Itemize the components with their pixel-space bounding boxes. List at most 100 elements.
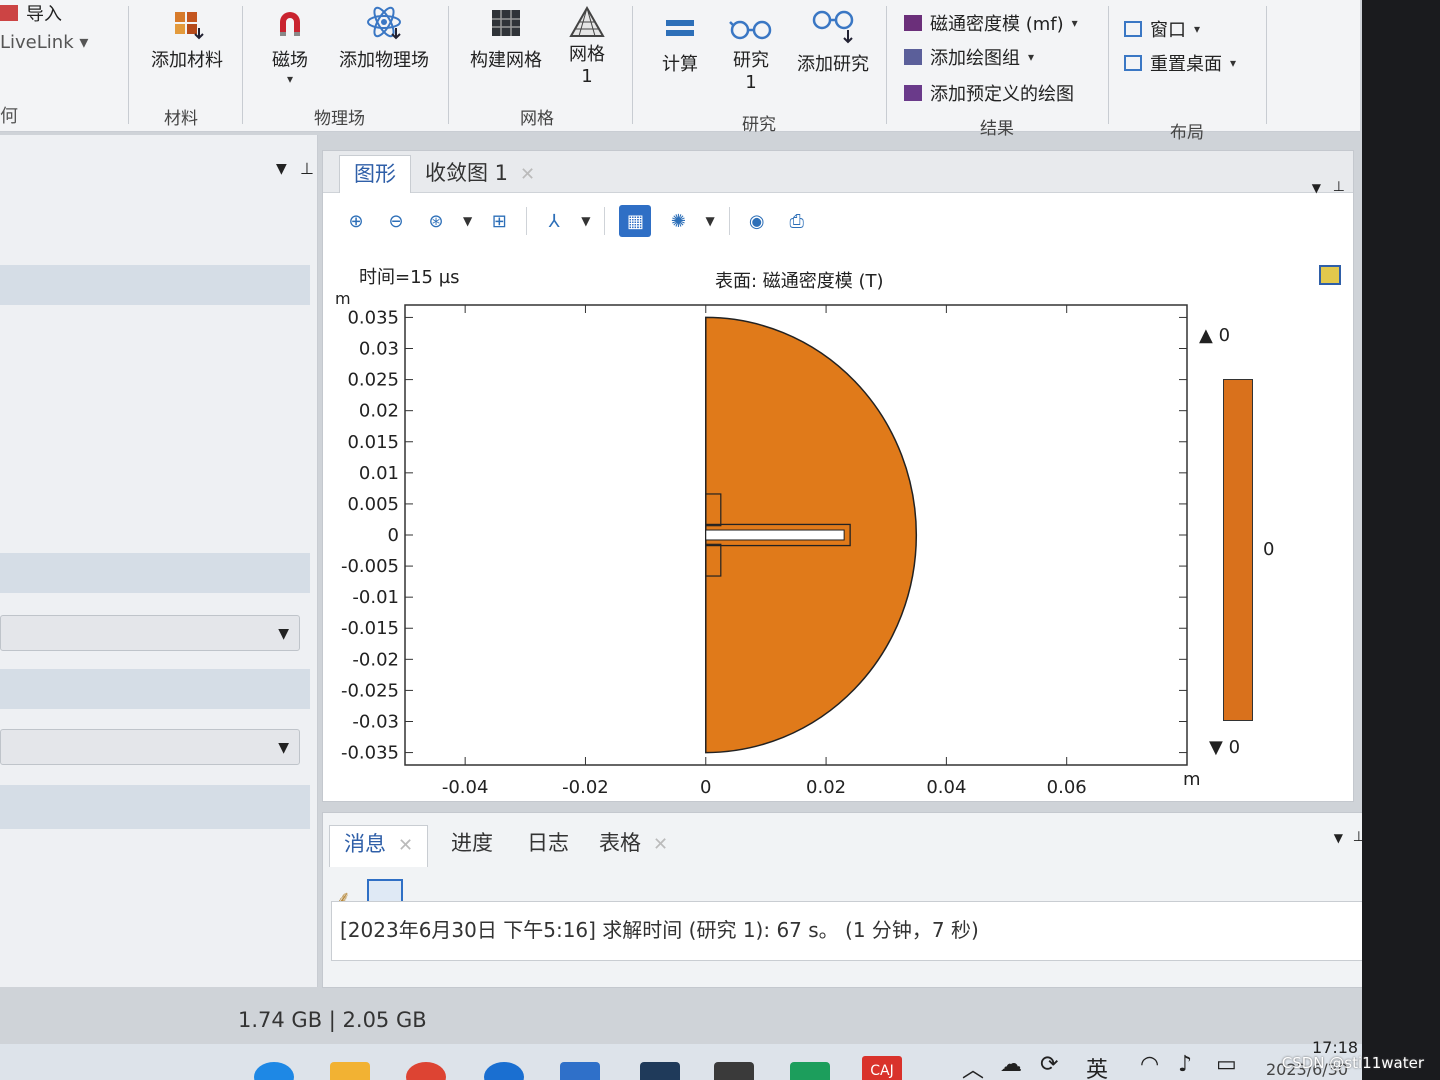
- group-label-physics: 物理场: [314, 109, 365, 129]
- equals-icon: [666, 20, 694, 36]
- app-icon[interactable]: [484, 1062, 524, 1080]
- cloud-icon[interactable]: ☁: [1000, 1052, 1022, 1077]
- panel-menu-icon[interactable]: ▼: [276, 161, 287, 177]
- y-tick-label: -0.03: [352, 711, 399, 732]
- y-tick-label: -0.02: [352, 649, 399, 670]
- study1-button[interactable]: 研究 1: [720, 10, 782, 94]
- ribbon-separator: [448, 6, 449, 124]
- triangle-mesh-icon: [569, 5, 605, 37]
- x-tick-label: 0.06: [1047, 777, 1087, 798]
- edge-icon[interactable]: [254, 1062, 294, 1080]
- add-physics-button[interactable]: 添加物理场: [332, 6, 436, 72]
- panel-section-header[interactable]: [0, 265, 310, 305]
- add-study-button[interactable]: 添加研究: [792, 6, 874, 76]
- atom-icon: [367, 6, 401, 40]
- ribbon-separator: [1108, 6, 1109, 124]
- colorbar: [1223, 379, 1253, 721]
- app-icon[interactable]: [714, 1062, 754, 1080]
- wifi-icon[interactable]: ◠: [1140, 1052, 1159, 1077]
- chevron-down-icon: ▼: [278, 626, 289, 642]
- surface-plot[interactable]: 0.035 0.03 0.025 0.02 0.015 0.01 0.005 0 -0.005 -…: [323, 151, 1355, 803]
- chevron-down-icon[interactable]: ▾: [1194, 22, 1200, 36]
- y-tick-label: 0.01: [359, 463, 399, 484]
- chevron-down-icon[interactable]: ▾: [1230, 56, 1236, 70]
- tray-chevron-icon[interactable]: ︿: [962, 1052, 984, 1080]
- x-tick-label: -0.04: [442, 777, 489, 798]
- magnetic-field-button[interactable]: 磁场 ▾: [262, 6, 318, 86]
- group-label-layout: 布局: [1170, 123, 1204, 143]
- panel-dropdown[interactable]: ▼: [0, 729, 300, 765]
- ribbon-separator: [128, 6, 129, 124]
- add-material-button[interactable]: 添加材料: [144, 6, 230, 72]
- panel-section-header[interactable]: [0, 669, 310, 709]
- memory-status: 1.74 GB | 2.05 GB: [238, 1008, 427, 1032]
- mesh1-button[interactable]: 网格 1: [556, 4, 618, 88]
- chrome-icon[interactable]: [406, 1062, 446, 1080]
- compute-button[interactable]: 计算: [652, 10, 708, 76]
- reset-desktop-button[interactable]: 重置桌面 ▾: [1124, 50, 1236, 76]
- colorbar-max-label: ▲ 0: [1199, 325, 1231, 346]
- chevron-down-icon[interactable]: ▾: [262, 72, 318, 86]
- sync-icon[interactable]: ⟳: [1040, 1052, 1058, 1077]
- window-icon: [1124, 21, 1142, 37]
- plot-icon: [904, 15, 922, 31]
- x-tick-label: 0: [700, 777, 711, 798]
- add-plot-group-button[interactable]: 添加绘图组 ▾: [904, 44, 1034, 70]
- volume-icon[interactable]: ♪: [1178, 1052, 1192, 1077]
- import-button[interactable]: 导入: [0, 0, 62, 26]
- outlook-icon[interactable]: [560, 1062, 600, 1080]
- chevron-down-icon[interactable]: ▾: [1072, 16, 1078, 30]
- tab-table[interactable]: 表格 ✕: [585, 825, 682, 863]
- y-tick-label: -0.015: [341, 618, 399, 639]
- y-tick-label: 0.03: [359, 339, 399, 360]
- x-tick-label: -0.02: [562, 777, 609, 798]
- mf-norm-plot-button[interactable]: 磁通密度模 (mf) ▾: [904, 10, 1078, 36]
- app-icon[interactable]: [790, 1062, 830, 1080]
- colorbar-mid-label: 0: [1263, 539, 1275, 560]
- watermark: CSDN @sti11water: [1281, 1054, 1424, 1072]
- tab-progress[interactable]: 进度: [437, 825, 507, 863]
- pin-icon[interactable]: ⊥: [300, 159, 314, 178]
- y-tick-label: 0.005: [347, 494, 399, 515]
- y-tick-label: -0.035: [341, 743, 399, 764]
- tab-messages[interactable]: 消息 ✕: [329, 825, 429, 867]
- monitor-bezel: [1362, 0, 1440, 1080]
- group-label-results: 结果: [980, 119, 1014, 139]
- ribbon-toolbar: 导入 LiveLink ▾ 何 添加材料 磁场 ▾ 添加物理场 构建网格 网格 …: [0, 0, 1360, 143]
- ribbon-separator: [1266, 6, 1267, 124]
- battery-icon[interactable]: ▭: [1216, 1052, 1237, 1077]
- slot-gap: [705, 529, 845, 541]
- message-line: [2023年6月30日 下午5:16] 求解时间 (研究 1): 67 s。 (…: [331, 901, 1365, 961]
- panel-section-header[interactable]: [0, 553, 310, 593]
- x-tick-label: 0.02: [806, 777, 846, 798]
- windows-taskbar: CAJ: [0, 1044, 1380, 1080]
- y-tick-label: 0: [388, 525, 399, 546]
- ime-indicator[interactable]: 英: [1086, 1052, 1108, 1080]
- livelink-button[interactable]: LiveLink ▾: [0, 32, 88, 53]
- folder-icon[interactable]: [330, 1062, 370, 1080]
- comsol-icon[interactable]: [640, 1062, 680, 1080]
- tab-log[interactable]: 日志: [513, 825, 583, 863]
- graphics-window: 图形 收敛图 1 ✕ ▼ ⊥ ⊕ ⊖ ⊛ ▼ ⊞ ⅄ ▼ ▦ ✺ ▼ ◉ ⎙ 时间…: [322, 150, 1354, 802]
- desktop-icon: [1124, 55, 1142, 71]
- plot-group-icon: [904, 49, 922, 65]
- close-icon[interactable]: ✕: [653, 834, 668, 855]
- add-predefined-plot-button[interactable]: 添加预定义的绘图: [904, 80, 1074, 106]
- panel-dropdown[interactable]: ▼: [0, 615, 300, 651]
- y-tick-label: 0.025: [347, 370, 399, 391]
- window-menu-button[interactable]: 窗口 ▾: [1124, 16, 1200, 42]
- chevron-down-icon: ▼: [278, 740, 289, 756]
- panel-section-header[interactable]: [0, 785, 310, 829]
- ribbon-separator: [886, 6, 887, 124]
- build-mesh-button[interactable]: 构建网格: [462, 6, 550, 72]
- y-tick-label: -0.01: [352, 587, 399, 608]
- chevron-down-icon[interactable]: ▾: [1028, 50, 1034, 64]
- close-icon[interactable]: ✕: [398, 835, 413, 856]
- ribbon-separator: [242, 6, 243, 124]
- caj-icon[interactable]: CAJ: [862, 1056, 902, 1080]
- ribbon-separator: [632, 6, 633, 124]
- group-label-materials: 材料: [164, 109, 198, 129]
- predefined-plot-icon: [904, 85, 922, 101]
- geometry-group-label: 何: [0, 106, 18, 127]
- window-menu-icon[interactable]: ▼: [1334, 831, 1343, 845]
